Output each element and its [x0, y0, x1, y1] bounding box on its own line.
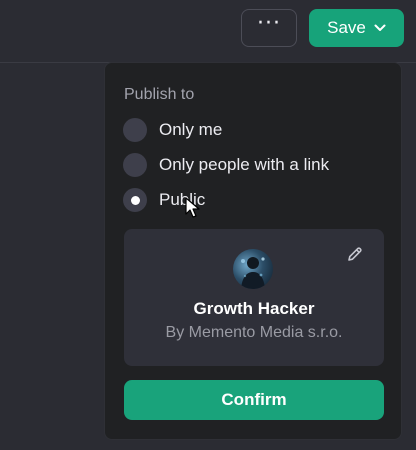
mouse-pointer-icon	[185, 197, 200, 218]
option-only-people-with-link[interactable]: Only people with a link	[123, 151, 329, 179]
option-label: Only me	[159, 120, 223, 139]
more-options-button[interactable]: ···	[241, 9, 297, 47]
publish-dropdown: Publish to Only me Only people with a li…	[104, 62, 402, 440]
publish-to-label: Publish to	[124, 86, 195, 103]
gpt-avatar	[233, 249, 273, 289]
gpt-name: Growth Hacker	[193, 299, 315, 318]
save-button-label: Save	[327, 18, 366, 37]
radio-button[interactable]	[123, 153, 147, 177]
ellipsis-icon: ···	[257, 11, 281, 36]
option-label: Only people with a link	[159, 155, 330, 174]
save-button[interactable]: Save	[309, 9, 404, 47]
gpt-card: Growth Hacker By Memento Media s.r.o.	[124, 229, 384, 366]
gpt-author: By Memento Media s.r.o.	[165, 324, 343, 341]
radio-button-selected[interactable]	[123, 188, 147, 212]
top-bar: ··· Save	[0, 0, 416, 63]
confirm-button[interactable]: Confirm	[124, 380, 384, 420]
page: ··· Save Publish to Only me Only people …	[0, 0, 416, 450]
pencil-icon[interactable]	[347, 246, 363, 262]
radio-button[interactable]	[123, 118, 147, 142]
avatar-image	[241, 257, 265, 289]
radio-dot	[130, 195, 140, 205]
chevron-down-icon	[374, 24, 386, 31]
option-only-me[interactable]: Only me	[123, 116, 222, 144]
